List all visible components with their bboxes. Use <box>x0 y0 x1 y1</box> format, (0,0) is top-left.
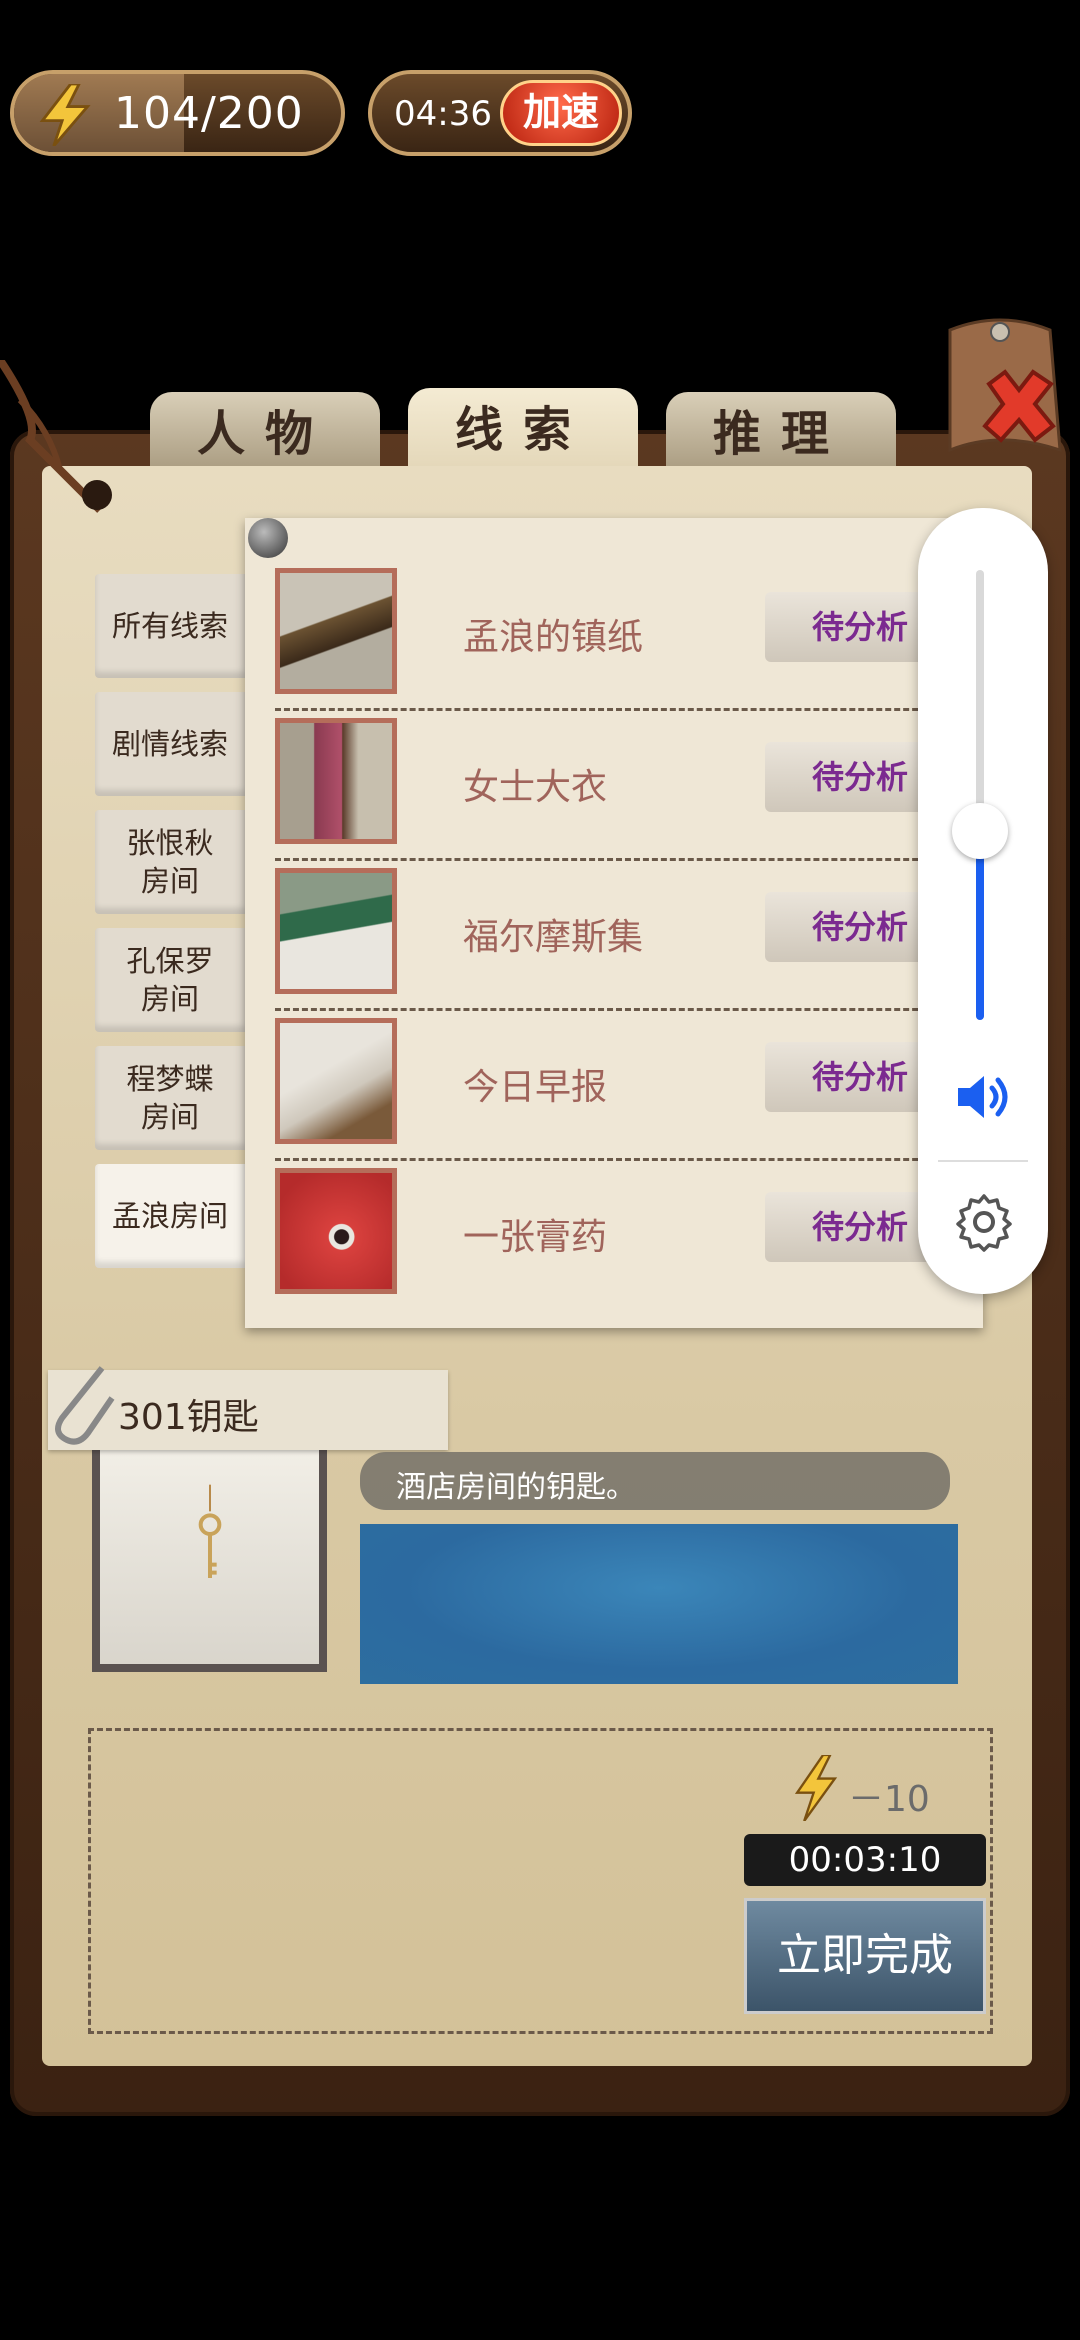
clue-row[interactable]: 一张膏药 待分析 <box>275 1158 963 1308</box>
lightning-icon <box>794 1755 838 1821</box>
volume-slider[interactable] <box>976 570 984 1020</box>
lightning-icon <box>39 84 91 146</box>
speaker-icon[interactable] <box>954 1070 1012 1124</box>
clue-thumbnail <box>275 718 397 844</box>
energy-bar[interactable]: 104/200 <box>10 70 345 156</box>
volume-fill <box>976 831 984 1020</box>
clue-row[interactable]: 女士大衣 待分析 <box>275 708 963 861</box>
category-label: 程梦蝶房间 <box>126 1062 214 1134</box>
category-meng-room[interactable]: 孟浪房间 <box>95 1164 245 1268</box>
clue-row[interactable]: 福尔摩斯集 待分析 <box>275 858 963 1011</box>
volume-overlay <box>918 508 1048 1294</box>
item-image <box>92 1430 327 1672</box>
category-label: 孔保罗房间 <box>126 944 214 1016</box>
category-kong-room[interactable]: 孔保罗房间 <box>95 928 245 1032</box>
finish-now-button[interactable]: 立即完成 <box>744 1898 986 2014</box>
clue-name: 今日早报 <box>463 1067 608 1108</box>
tab-characters[interactable]: 人物 <box>150 392 380 472</box>
string-pin <box>82 480 112 510</box>
close-icon[interactable] <box>975 362 1063 450</box>
clue-name: 一张膏药 <box>463 1217 608 1258</box>
clue-thumbnail <box>275 1018 397 1144</box>
timer-text: 04:36 <box>394 94 492 134</box>
paperclip-icon <box>55 1366 115 1445</box>
clue-name: 福尔摩斯集 <box>463 917 644 958</box>
category-story-clues[interactable]: 剧情线索 <box>95 692 245 796</box>
gear-icon[interactable] <box>954 1192 1014 1252</box>
category-zhang-room[interactable]: 张恨秋房间 <box>95 810 245 914</box>
clue-name: 女士大衣 <box>463 767 608 808</box>
clue-row[interactable]: 孟浪的镇纸 待分析 <box>275 558 963 711</box>
key-icon <box>198 1484 222 1578</box>
volume-thumb[interactable] <box>952 803 1008 859</box>
panel-pin <box>248 518 288 558</box>
item-name: 301钥匙 <box>118 1397 259 1438</box>
energy-value: 104/200 <box>114 88 304 139</box>
tab-reasoning[interactable]: 推理 <box>666 392 896 472</box>
category-all-clues[interactable]: 所有线索 <box>95 574 245 678</box>
clue-row[interactable]: 今日早报 待分析 <box>275 1008 963 1161</box>
clue-list-panel: 孟浪的镇纸 待分析 女士大衣 待分析 福尔摩斯集 待分析 今日早报 待分析 一张… <box>245 518 983 1328</box>
clue-thumbnail <box>275 1168 397 1294</box>
analysis-area <box>360 1524 958 1684</box>
category-label: 张恨秋房间 <box>126 826 214 898</box>
analysis-timer: 00:03:10 <box>744 1834 986 1886</box>
divider <box>938 1160 1028 1162</box>
category-cheng-room[interactable]: 程梦蝶房间 <box>95 1046 245 1150</box>
clue-thumbnail <box>275 568 397 694</box>
speed-up-button[interactable]: 加速 <box>500 80 622 146</box>
clue-name: 孟浪的镇纸 <box>463 617 644 658</box>
tab-clues[interactable]: 线索 <box>408 388 638 478</box>
recharge-timer: 04:36 加速 <box>368 70 632 156</box>
item-description: 酒店房间的钥匙。 <box>396 1470 636 1505</box>
energy-cost: －10 <box>848 1779 930 1820</box>
clue-thumbnail <box>275 868 397 994</box>
